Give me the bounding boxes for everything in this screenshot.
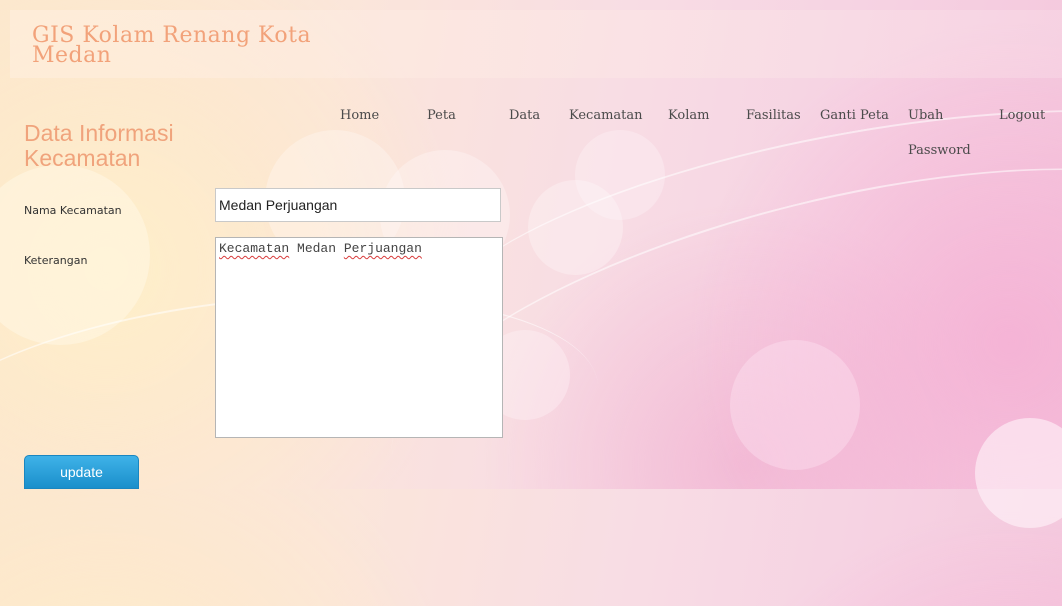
nama-kecamatan-input[interactable]: Medan Perjuangan bbox=[215, 188, 501, 222]
nav-kecamatan[interactable]: Kecamatan bbox=[569, 108, 643, 123]
site-header: GIS Kolam Renang Kota Medan bbox=[10, 10, 1062, 78]
nama-kecamatan-label: Nama Kecamatan bbox=[24, 204, 122, 217]
textarea-word: Medan bbox=[297, 241, 337, 256]
nav-ganti-peta[interactable]: Ganti Peta bbox=[820, 108, 889, 123]
nav-home[interactable]: Home bbox=[340, 108, 379, 123]
keterangan-label: Keterangan bbox=[24, 254, 88, 267]
spellcheck-word: Kecamatan bbox=[219, 241, 290, 256]
nav-peta[interactable]: Peta bbox=[427, 108, 456, 123]
bokeh-circle bbox=[975, 418, 1062, 528]
bokeh-circle bbox=[730, 340, 860, 470]
nav-fasilitas[interactable]: Fasilitas bbox=[746, 108, 801, 123]
update-button[interactable]: update bbox=[24, 455, 139, 489]
bokeh-circle bbox=[528, 180, 623, 275]
keterangan-textarea[interactable]: Kecamatan Medan Perjuangan bbox=[215, 237, 503, 438]
spellcheck-word: Perjuangan bbox=[343, 241, 422, 256]
nav-logout[interactable]: Logout bbox=[999, 108, 1045, 123]
nav-kolam[interactable]: Kolam bbox=[668, 108, 709, 123]
site-title: GIS Kolam Renang Kota Medan bbox=[32, 23, 312, 68]
nav-data[interactable]: Data bbox=[509, 108, 540, 123]
nav-ubah-password[interactable]: Ubah Password bbox=[908, 98, 971, 168]
page-title: Data Informasi Kecamatan bbox=[24, 120, 174, 171]
